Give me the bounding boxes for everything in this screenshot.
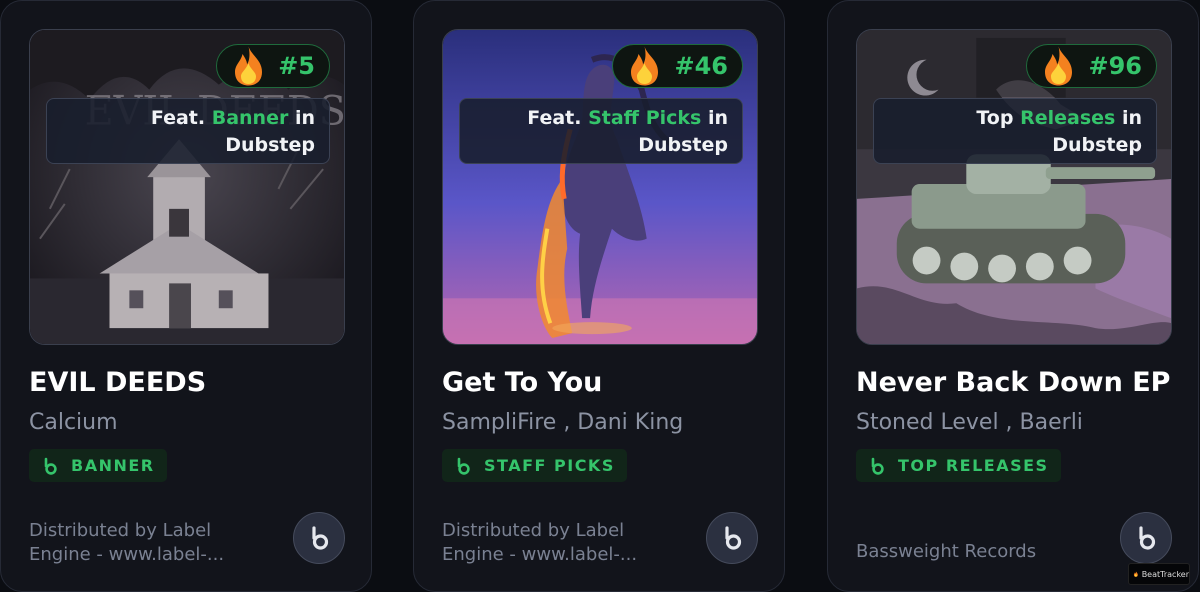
chart-rank-badge: #5 <box>216 44 330 88</box>
release-card-never-back-down[interactable]: #96 Top Releases in Dubstep Never Back D… <box>827 0 1199 592</box>
feature-tag-badge: BANNER <box>29 449 167 482</box>
feature-info-box: Feat. Staff Picks in Dubstep <box>459 98 743 164</box>
feature-tag-badge: STAFF PICKS <box>442 449 627 482</box>
beatport-icon <box>457 457 470 475</box>
album-cover-art[interactable]: #96 Top Releases in Dubstep <box>856 29 1172 345</box>
rank-value: #5 <box>278 52 315 80</box>
beatport-icon <box>725 526 742 550</box>
beatport-icon <box>312 526 329 550</box>
flame-icon <box>1133 571 1138 577</box>
beatport-icon <box>1139 526 1156 550</box>
release-artists[interactable]: SampliFire , Dani King <box>442 410 683 435</box>
release-artists[interactable]: Calcium <box>29 410 118 435</box>
rank-value: #46 <box>674 52 728 80</box>
distributor-text: Distributed by Label Engine - www.label-… <box>29 520 225 565</box>
flame-icon <box>235 46 263 86</box>
flame-icon <box>631 46 659 86</box>
feature-tag-badge: TOP RELEASES <box>856 449 1061 482</box>
feature-prefix: Top <box>976 107 1021 129</box>
feature-tag-label: STAFF PICKS <box>484 456 615 475</box>
release-card-evil-deeds[interactable]: EVIL DEEDS #5 Feat. Banner in Dubstep EV… <box>0 0 372 592</box>
beatport-link-button[interactable] <box>706 512 758 564</box>
beatport-icon <box>871 457 884 475</box>
feature-section-name: Banner <box>211 107 289 129</box>
chart-rank-badge: #96 <box>1026 44 1157 88</box>
feature-genre: Dubstep <box>1052 134 1142 156</box>
feature-tag-label: TOP RELEASES <box>898 456 1049 475</box>
release-title[interactable]: Never Back Down EP <box>856 367 1170 398</box>
release-title[interactable]: Get To You <box>442 367 602 398</box>
release-artists[interactable]: Stoned Level , Baerli <box>856 410 1083 435</box>
release-title[interactable]: EVIL DEEDS <box>29 367 206 398</box>
chart-rank-badge: #46 <box>612 44 743 88</box>
feature-genre: Dubstep <box>638 134 728 156</box>
watermark-label: BeatTracker <box>1141 569 1189 579</box>
feature-suffix: in <box>701 107 728 129</box>
album-cover-art[interactable]: #46 Feat. Staff Picks in Dubstep <box>442 29 758 345</box>
feature-tag-label: BANNER <box>71 456 155 475</box>
feature-section-name: Releases <box>1020 107 1116 129</box>
beattracker-watermark: BeatTracker <box>1128 563 1190 585</box>
distributor-text: Distributed by Label Engine - www.label-… <box>442 520 638 565</box>
feature-prefix: Feat. <box>150 107 212 129</box>
feature-suffix: in <box>288 107 315 129</box>
feature-section-name: Staff Picks <box>588 107 702 129</box>
album-cover-art[interactable]: EVIL DEEDS #5 Feat. Banner in Dubstep <box>29 29 345 345</box>
feature-info-box: Top Releases in Dubstep <box>873 98 1157 164</box>
beatport-icon <box>44 457 57 475</box>
feature-info-box: Feat. Banner in Dubstep <box>46 98 330 164</box>
flame-icon <box>1045 46 1073 86</box>
distributor-text: Bassweight Records <box>856 541 1037 562</box>
feature-prefix: Feat. <box>527 107 589 129</box>
beatport-link-button[interactable] <box>293 512 345 564</box>
feature-genre: Dubstep <box>225 134 315 156</box>
feature-suffix: in <box>1115 107 1142 129</box>
beatport-link-button[interactable] <box>1120 512 1172 564</box>
rank-value: #96 <box>1088 52 1142 80</box>
release-card-get-to-you[interactable]: #46 Feat. Staff Picks in Dubstep Get To … <box>413 0 785 592</box>
